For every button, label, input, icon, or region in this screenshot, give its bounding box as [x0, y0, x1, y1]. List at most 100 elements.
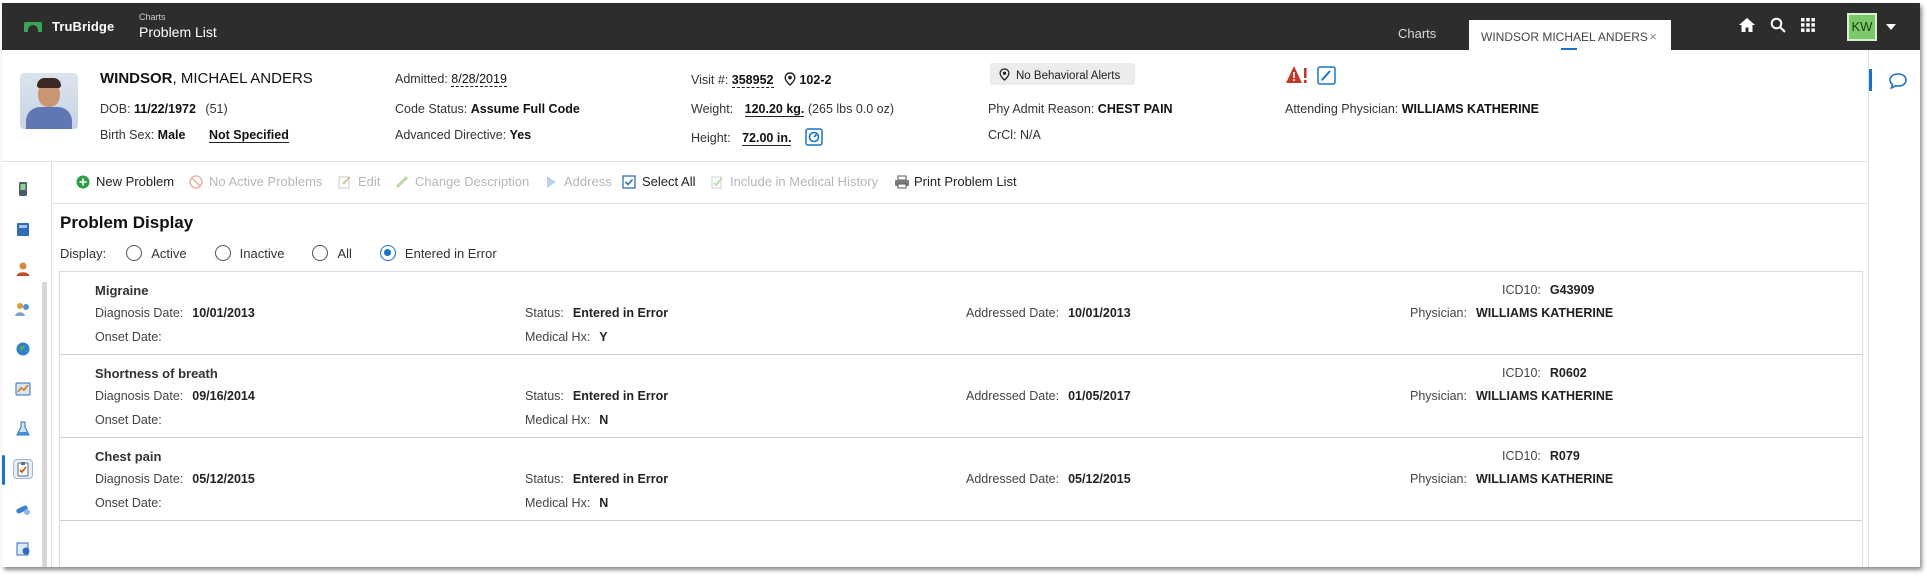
radio-circle[interactable] — [312, 245, 329, 261]
address-button[interactable]: Address — [544, 174, 612, 189]
onset-date-field: Onset Date: — [95, 496, 162, 510]
code-status-label: Code Status: — [395, 102, 468, 116]
print-problem-list-button[interactable]: Print Problem List — [894, 174, 1017, 189]
records-icon[interactable] — [14, 540, 32, 558]
weight-value[interactable]: 120.20 kg. — [744, 102, 805, 117]
flask-icon[interactable] — [14, 420, 32, 438]
gender-identity-link[interactable]: Not Specified — [208, 128, 289, 143]
diagnosis-date-field: Diagnosis Date: 10/01/2013 — [95, 306, 255, 320]
apps-grid-icon[interactable] — [1800, 17, 1816, 33]
addressed-date-value: 05/12/2015 — [1068, 472, 1131, 486]
history-check-icon — [710, 175, 724, 189]
status-field: Status: Entered in Error — [525, 472, 669, 486]
user-avatar[interactable]: KW — [1847, 13, 1877, 41]
person-icon[interactable] — [14, 260, 32, 278]
height-value[interactable]: 72.00 in. — [742, 131, 792, 146]
device-icon[interactable] — [14, 180, 32, 198]
status-value: Entered in Error — [572, 306, 669, 320]
tab-patient[interactable]: WINDSOR MICHAEL ANDERS × — [1469, 20, 1671, 50]
patient-first-names: , MICHAEL ANDERS — [172, 70, 313, 87]
include-in-medical-history-button[interactable]: Include in Medical History — [710, 174, 878, 189]
visit-value[interactable]: 358952 — [731, 73, 774, 88]
chart-icon[interactable] — [14, 380, 32, 398]
chevron-down-icon[interactable] — [1886, 24, 1896, 30]
problem-display-title: Problem Display — [60, 213, 194, 232]
physician-value: WILLIAMS KATHERINE — [1475, 389, 1614, 403]
medical-hx-value: N — [599, 413, 609, 427]
medical-hx-value: N — [599, 496, 609, 510]
problem-row[interactable]: Shortness of breath Diagnosis Date: 09/16… — [60, 355, 1862, 438]
problem-row[interactable]: Chest pain Diagnosis Date: 05/12/2015 Ons… — [60, 438, 1862, 521]
new-problem-button[interactable]: New Problem — [76, 174, 174, 189]
status-field: Status: Entered in Error — [525, 306, 669, 320]
icd10-field: ICD10: R079 — [1502, 449, 1580, 463]
clipboard-icon[interactable] — [13, 459, 33, 479]
people-icon[interactable] — [14, 300, 32, 318]
left-rail-scrollbar[interactable] — [42, 282, 47, 567]
change-description-button[interactable]: Change Description — [395, 174, 529, 189]
tab-charts[interactable]: Charts — [1398, 26, 1436, 41]
addressed-date-field: Addressed Date: 01/05/2017 — [966, 389, 1131, 403]
radio-circle-selected[interactable] — [379, 245, 396, 261]
radio-active[interactable]: Active — [126, 245, 187, 261]
birth-sex-field: Birth Sex: Male Not Specified — [100, 128, 289, 143]
radio-active-label: Active — [151, 245, 187, 261]
status-value: Entered in Error — [572, 389, 669, 403]
chat-bubble-icon[interactable] — [1888, 72, 1908, 93]
medical-hx-field: Medical Hx: N — [525, 496, 609, 510]
visit-field: Visit #: 358952 102-2 — [691, 72, 831, 89]
location-pin-icon — [999, 68, 1010, 84]
include-in-medical-history-label: Include in Medical History — [730, 174, 879, 189]
onset-date-field: Onset Date: — [95, 330, 162, 344]
top-icons — [1738, 17, 1816, 33]
search-icon[interactable] — [1770, 17, 1786, 33]
problem-row[interactable]: Migraine Diagnosis Date: 10/01/2013 Onset… — [60, 272, 1862, 355]
diagnosis-date-field: Diagnosis Date: 05/12/2015 — [95, 472, 255, 486]
right-rail — [1868, 50, 1920, 567]
icd10-value: G43909 — [1549, 283, 1595, 297]
edit-patient-icon[interactable] — [1317, 66, 1336, 88]
no-active-problems-button[interactable]: No Active Problems — [189, 174, 322, 189]
print-problem-list-label: Print Problem List — [914, 174, 1017, 189]
attending-label: Attending Physician: — [1285, 102, 1399, 116]
radio-inactive[interactable]: Inactive — [214, 245, 284, 261]
no-active-problems-label: No Active Problems — [209, 174, 323, 189]
no-entry-icon — [189, 174, 203, 189]
radio-entered-in-error[interactable]: Entered in Error — [379, 245, 497, 261]
close-icon[interactable]: × — [1649, 29, 1657, 44]
radio-all-label: All — [337, 245, 352, 261]
home-icon[interactable] — [1738, 17, 1756, 33]
behavioral-alert-badge[interactable]: No Behavioral Alerts — [990, 63, 1135, 85]
radio-circle[interactable] — [126, 245, 143, 261]
measure-history-icon[interactable] — [805, 128, 823, 149]
pills-icon[interactable] — [14, 500, 32, 518]
tab-patient-label: WINDSOR MICHAEL ANDERS — [1481, 30, 1648, 44]
height-field: Height: 72.00 in. — [691, 128, 823, 149]
select-all-button[interactable]: Select All — [622, 174, 695, 189]
patient-name: WINDSOR, MICHAEL ANDERS — [100, 70, 313, 87]
allergy-warning-icon[interactable] — [1285, 65, 1309, 88]
crcl-field: CrCl: N/A — [988, 128, 1041, 142]
crcl-value: N/A — [1019, 128, 1041, 142]
radio-circle[interactable] — [214, 245, 231, 261]
height-label: Height: — [691, 131, 731, 145]
weight-lbs-value: (265 lbs 0.0 oz) — [807, 102, 895, 116]
globe-icon[interactable] — [14, 340, 32, 358]
trubridge-logo[interactable]: TruBridge — [24, 19, 114, 34]
admit-reason-field: Phy Admit Reason: CHEST PAIN — [988, 102, 1173, 116]
weight-field: Weight: 120.20 kg. (265 lbs 0.0 oz) — [691, 102, 895, 117]
problem-name: Migraine — [95, 283, 149, 298]
addressed-date-value: 10/01/2013 — [1068, 306, 1131, 320]
admitted-value[interactable]: 8/28/2019 — [451, 72, 507, 87]
radio-all[interactable]: All — [312, 245, 352, 261]
right-rail-active-indicator — [1869, 69, 1872, 91]
physician-value: WILLIAMS KATHERINE — [1475, 306, 1614, 320]
location-pin-icon — [784, 72, 796, 89]
breadcrumb-parent[interactable]: Charts — [139, 13, 217, 22]
book-icon[interactable] — [14, 220, 32, 238]
edit-button[interactable]: Edit — [338, 174, 380, 189]
physician-field: Physician: WILLIAMS KATHERINE — [1410, 472, 1614, 486]
diagnosis-date-field: Diagnosis Date: 09/16/2014 — [95, 389, 255, 403]
icd10-value: R0602 — [1549, 366, 1587, 380]
behavioral-alert-text: No Behavioral Alerts — [1016, 70, 1121, 82]
